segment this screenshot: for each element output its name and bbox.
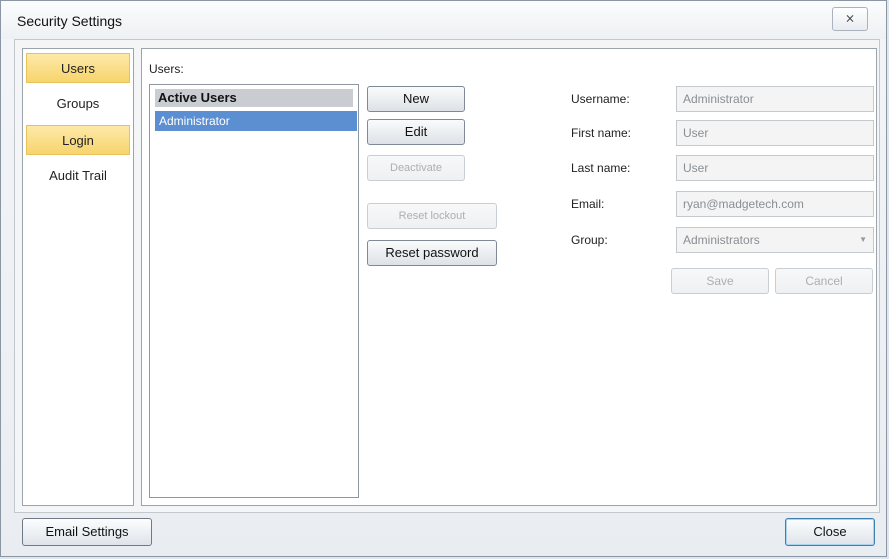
- username-field[interactable]: Administrator: [676, 86, 874, 112]
- reset-lockout-button[interactable]: Reset lockout: [367, 203, 497, 229]
- list-item[interactable]: Administrator: [155, 111, 357, 131]
- reset-password-button[interactable]: Reset password: [367, 240, 497, 266]
- group-select[interactable]: Administrators ▼: [676, 227, 874, 253]
- edit-button[interactable]: Edit: [367, 119, 465, 145]
- close-button[interactable]: Close: [785, 518, 875, 546]
- cancel-button[interactable]: Cancel: [775, 268, 873, 294]
- group-select-value: Administrators: [683, 233, 760, 247]
- first-name-label: First name:: [571, 126, 632, 140]
- close-icon[interactable]: ⨯: [832, 7, 868, 31]
- settings-nav: Users Groups Login Audit Trail: [22, 48, 134, 506]
- nav-item-audit-trail[interactable]: Audit Trail: [26, 161, 130, 191]
- window-title: Security Settings: [17, 13, 123, 29]
- first-name-field[interactable]: User: [676, 120, 874, 146]
- users-list[interactable]: Active Users Administrator: [149, 84, 359, 498]
- last-name-field[interactable]: User: [676, 155, 874, 181]
- save-button[interactable]: Save: [671, 268, 769, 294]
- deactivate-button[interactable]: Deactivate: [367, 155, 465, 181]
- new-button[interactable]: New: [367, 86, 465, 112]
- email-field[interactable]: ryan@madgetech.com: [676, 191, 874, 217]
- nav-item-groups[interactable]: Groups: [26, 89, 130, 119]
- group-label: Group:: [571, 233, 608, 247]
- users-label: Users:: [149, 62, 184, 76]
- email-label: Email:: [571, 197, 605, 211]
- nav-item-login[interactable]: Login: [26, 125, 130, 155]
- title-bar: Security Settings ⨯: [1, 1, 886, 39]
- list-group-header: Active Users: [155, 89, 353, 107]
- nav-item-users[interactable]: Users: [26, 53, 130, 83]
- chevron-down-icon: ▼: [859, 235, 867, 244]
- email-settings-button[interactable]: Email Settings: [22, 518, 152, 546]
- username-label: Username:: [571, 92, 630, 106]
- last-name-label: Last name:: [571, 161, 631, 175]
